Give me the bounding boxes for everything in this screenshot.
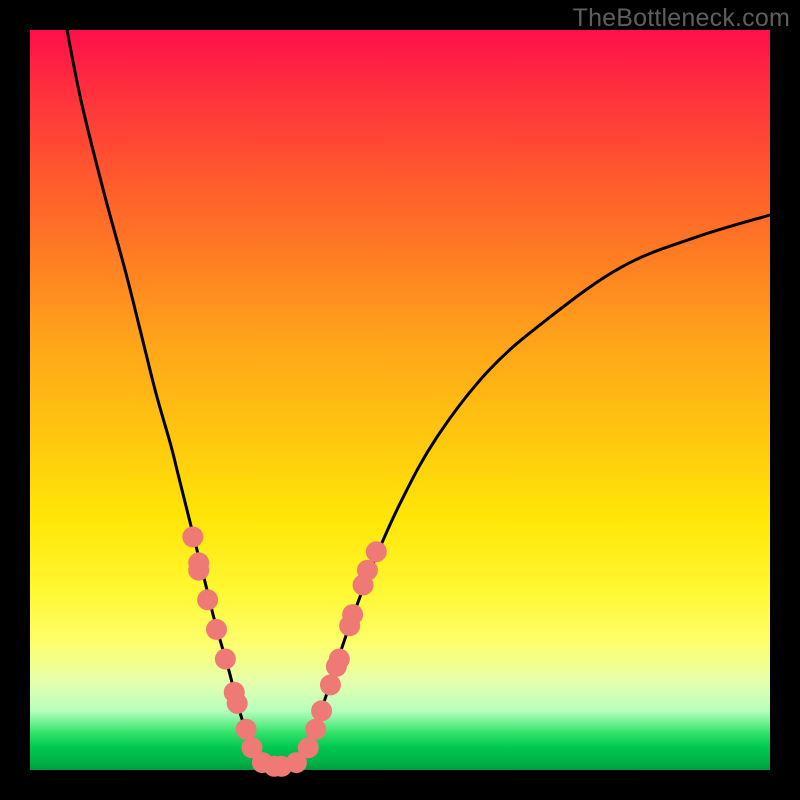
- chart-frame: TheBottleneck.com: [0, 0, 800, 800]
- data-point: [366, 541, 387, 562]
- curve-layer: [30, 30, 770, 770]
- data-point: [329, 649, 350, 670]
- curve-path: [282, 215, 770, 766]
- plot-area: [30, 30, 770, 770]
- watermark-label: TheBottleneck.com: [573, 4, 790, 33]
- curve-path: [67, 30, 282, 767]
- data-point: [236, 719, 257, 740]
- data-point: [311, 700, 332, 721]
- data-point: [227, 693, 248, 714]
- data-point: [215, 649, 236, 670]
- data-point: [342, 604, 363, 625]
- data-point: [320, 674, 341, 695]
- data-point: [182, 526, 203, 547]
- data-point: [298, 737, 319, 758]
- data-point: [357, 560, 378, 581]
- data-point: [188, 560, 209, 581]
- data-point: [197, 589, 218, 610]
- data-point: [305, 719, 326, 740]
- data-point: [206, 619, 227, 640]
